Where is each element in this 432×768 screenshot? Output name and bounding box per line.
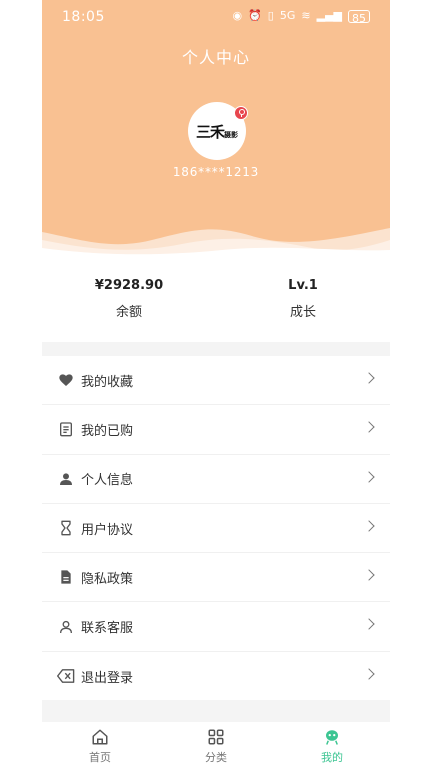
menu-label: 隐私政策 (81, 571, 134, 587)
chevron-right-icon (363, 520, 375, 532)
tab-home[interactable]: 首页 (42, 722, 158, 768)
chevron-right-icon (363, 668, 375, 680)
profile-header: 18:05 ◉ ⏰ ▯ 5G ≋ ▂▄▆ 85 个人中心 三禾 摄影 186**… (42, 0, 390, 256)
eye-icon: ◉ (232, 9, 243, 22)
avatar-logo: 三禾 摄影 (196, 121, 238, 142)
chevron-right-icon (363, 470, 375, 483)
signal-icon: ▂▄▆ (316, 9, 342, 22)
menu-item-profile[interactable]: 个人信息 (42, 455, 390, 504)
hourglass-icon (57, 519, 75, 537)
menu-label: 我的已购 (81, 423, 134, 439)
tab-label: 我的 (321, 751, 343, 764)
page-title: 个人中心 (181, 48, 250, 67)
menu-item-privacy[interactable]: 隐私政策 (42, 553, 390, 603)
clipboard-icon (57, 420, 75, 438)
tab-category[interactable]: 分类 (158, 722, 274, 768)
menu-label: 我的收藏 (81, 374, 134, 390)
user-icon (57, 470, 75, 488)
tab-bar: 首页 分类 我的 (42, 722, 390, 768)
app-screen: 18:05 ◉ ⏰ ▯ 5G ≋ ▂▄▆ 85 个人中心 三禾 摄影 186**… (42, 0, 390, 768)
heart-icon (57, 371, 75, 389)
menu-item-purchased[interactable]: 我的已购 (42, 405, 390, 455)
stats-row: ¥2928.90 余额 Lv.1 成长 (42, 256, 390, 342)
level-label: 成长 (289, 305, 316, 320)
section-divider (42, 342, 390, 356)
chevron-right-icon (363, 372, 375, 384)
network-label: 5G (279, 9, 296, 22)
mascot-icon (326, 730, 338, 745)
battery-icon: 85 (348, 9, 370, 25)
menu-item-logout[interactable]: 退出登录 (42, 652, 390, 701)
vibrate-icon: ▯ (267, 9, 274, 22)
bottom-spacer (42, 700, 390, 722)
chevron-right-icon (363, 421, 375, 433)
avatar-brand-big: 三禾 (195, 122, 225, 141)
menu-label: 退出登录 (81, 670, 134, 686)
menu-label: 个人信息 (81, 473, 134, 489)
balance-value: ¥2928.90 (94, 278, 164, 293)
home-icon (92, 729, 108, 745)
menu-item-support[interactable]: 联系客服 (42, 602, 390, 652)
phone-number: 186****1213 (172, 165, 260, 179)
tab-label: 分类 (205, 751, 227, 764)
backspace-icon (57, 667, 75, 685)
menu-item-favorites[interactable]: 我的收藏 (42, 356, 390, 406)
status-icons: ◉ ⏰ ▯ 5G ≋ ▂▄▆ 85 (232, 8, 370, 25)
menu-item-agreement[interactable]: 用户协议 (42, 504, 390, 554)
menu-list: 我的收藏 我的已购 个人信息 用户协议 隐私政策 联系客服 退出登录 (42, 356, 390, 701)
grid-icon (208, 729, 224, 745)
tab-mine[interactable]: 我的 (274, 722, 390, 768)
tab-label: 首页 (89, 751, 111, 764)
level-stat[interactable]: Lv.1 成长 (216, 256, 390, 342)
wifi-icon: ≋ (301, 9, 311, 22)
level-value: Lv.1 (288, 278, 318, 293)
alarm-icon: ⏰ (248, 9, 262, 22)
status-time: 18:05 (62, 9, 105, 25)
avatar-brand-small: 摄影 (224, 130, 238, 139)
document-icon (57, 568, 75, 586)
menu-label: 用户协议 (81, 522, 134, 538)
female-icon (234, 106, 248, 120)
chevron-right-icon (363, 569, 375, 581)
menu-label: 联系客服 (81, 621, 134, 637)
balance-stat[interactable]: ¥2928.90 余额 (42, 256, 216, 342)
chevron-right-icon (363, 618, 375, 631)
status-bar: 18:05 ◉ ⏰ ▯ 5G ≋ ▂▄▆ 85 (42, 0, 390, 34)
wave-decoration (42, 228, 390, 256)
balance-label: 余额 (115, 305, 142, 320)
user-outline-icon (57, 618, 75, 636)
